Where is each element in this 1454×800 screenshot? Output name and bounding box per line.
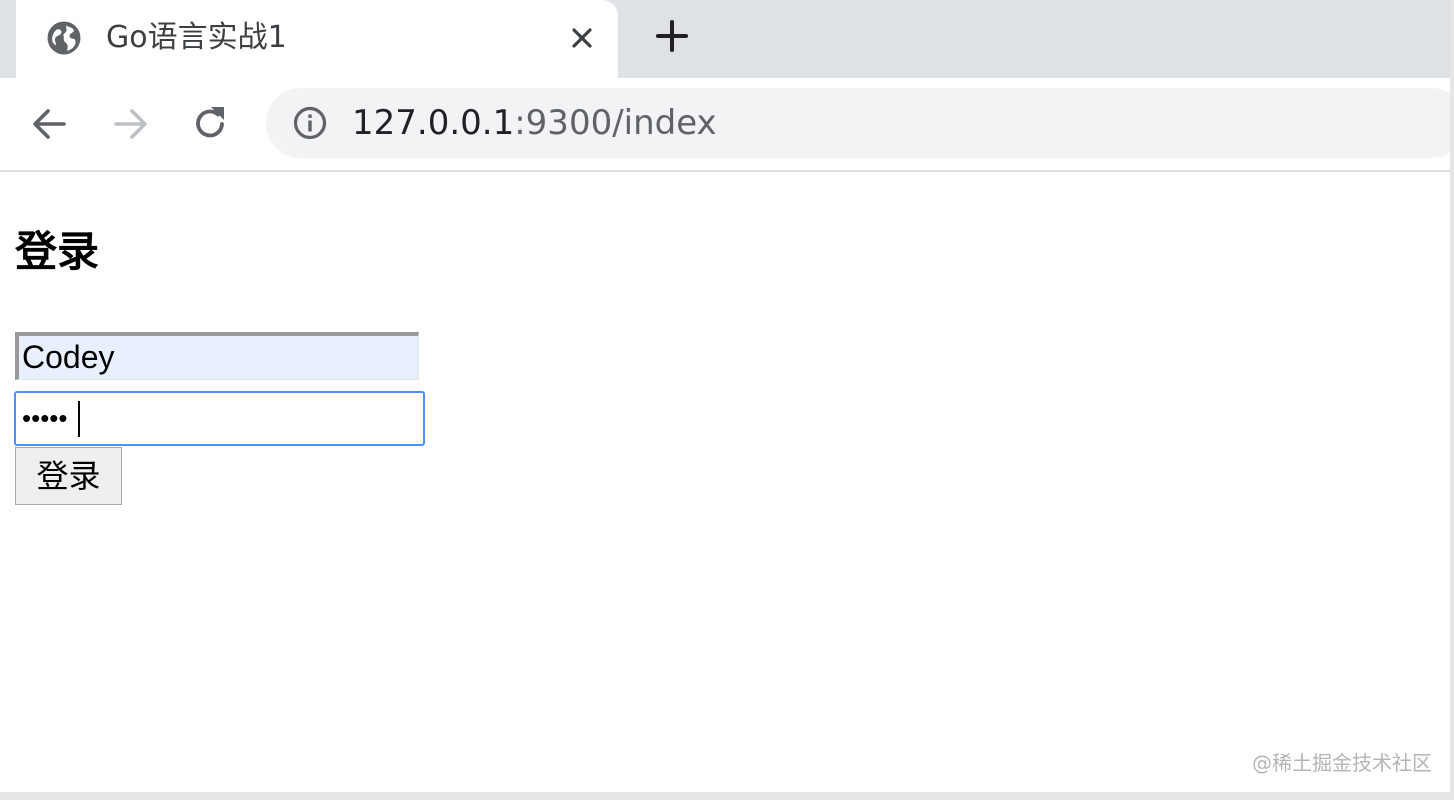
text-caret: [78, 401, 80, 437]
watermark: @稀土掘金技术社区: [1252, 751, 1432, 775]
url-path: :9300/index: [514, 103, 717, 143]
globe-icon: [47, 21, 81, 55]
close-icon[interactable]: [562, 18, 602, 58]
browser-toolbar: 127.0.0.1:9300/index: [0, 78, 1454, 172]
username-input[interactable]: [15, 332, 419, 380]
tab-strip: Go语言实战1: [0, 0, 1454, 78]
password-mask: •••••: [22, 403, 68, 433]
reload-icon[interactable]: [188, 102, 232, 146]
back-arrow-icon[interactable]: [28, 102, 72, 146]
address-bar[interactable]: 127.0.0.1:9300/index: [266, 88, 1454, 158]
right-border: [1450, 0, 1454, 800]
new-tab-plus-icon[interactable]: [650, 14, 694, 58]
page-content: 登录 ••••• 登录 @稀土掘金技术社区: [0, 172, 1454, 792]
active-tab[interactable]: Go语言实战1: [16, 0, 618, 78]
password-input[interactable]: •••••: [14, 391, 425, 446]
bottom-border: [0, 792, 1454, 800]
login-button[interactable]: 登录: [15, 447, 122, 505]
browser-window: Go语言实战1 127.0.0.1:9300/index 登录 Codey ••…: [0, 0, 1454, 800]
tab-title: Go语言实战1: [106, 20, 287, 55]
page-title: 登录: [15, 227, 100, 276]
url-text: 127.0.0.1:9300/index: [352, 101, 717, 145]
forward-arrow-icon[interactable]: [108, 102, 152, 146]
url-host: 127.0.0.1: [352, 103, 515, 143]
info-icon[interactable]: [292, 105, 328, 141]
